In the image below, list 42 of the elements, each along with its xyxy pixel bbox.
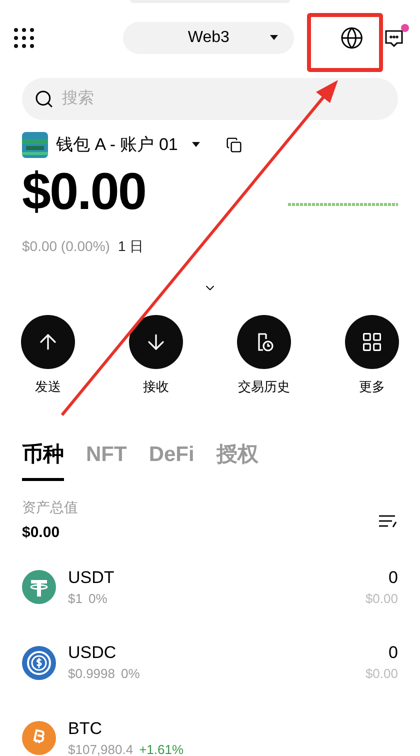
dropdown-caret-icon[interactable] <box>192 142 200 148</box>
action-label: 发送 <box>35 378 61 396</box>
dropdown-caret-icon <box>270 35 278 41</box>
asset-price: $1 <box>68 590 82 608</box>
action-label: 接收 <box>143 378 169 396</box>
apps-grid-icon[interactable] <box>14 28 34 48</box>
network-selector[interactable]: Web3 <box>123 22 294 54</box>
asset-symbol[interactable]: USDT <box>68 566 354 588</box>
action-label: 交易历史 <box>238 378 290 396</box>
balance-amount: $0.00 <box>22 166 146 218</box>
asset-tab[interactable]: 币种 <box>22 438 64 481</box>
asset-amount: 0 <box>388 566 398 588</box>
search-icon <box>34 89 54 109</box>
search-field[interactable]: 搜索 <box>22 78 398 120</box>
asset-price: $107,980.4 <box>68 740 134 756</box>
sort-icon[interactable] <box>378 514 398 528</box>
period-label[interactable]: 1 日 <box>118 236 144 257</box>
asset-change: 0% <box>121 665 140 683</box>
wallet-avatar <box>22 132 48 158</box>
action-label: 更多 <box>359 378 385 396</box>
usdc-coin-icon <box>22 646 56 680</box>
grid-icon <box>361 331 383 353</box>
asset-value: $0.00 <box>365 665 398 683</box>
asset-symbol[interactable]: USDC <box>68 642 354 664</box>
copy-icon[interactable] <box>226 137 242 153</box>
tether-coin-icon <box>22 570 56 604</box>
asset-value: $0.00 <box>365 590 398 608</box>
balance-change: $0.00 (0.00%) <box>22 237 110 256</box>
globe-icon[interactable] <box>340 26 364 50</box>
wallet-name[interactable]: 钱包 A - 账户 01 <box>56 132 178 158</box>
action-button[interactable] <box>237 315 291 369</box>
action-button[interactable] <box>129 315 183 369</box>
message-icon[interactable] <box>384 27 406 49</box>
total-label: 资产总值 <box>22 498 78 517</box>
asset-price: $0.9998 <box>68 665 115 683</box>
asset-change: 0% <box>88 590 108 608</box>
asset-amount: 0 <box>388 642 398 664</box>
asset-change: +1.61% <box>139 740 184 756</box>
asset-symbol[interactable]: BTC <box>68 718 398 740</box>
action-button[interactable] <box>345 315 399 369</box>
action-button[interactable] <box>21 315 75 369</box>
total-value: $0.00 <box>22 523 61 543</box>
